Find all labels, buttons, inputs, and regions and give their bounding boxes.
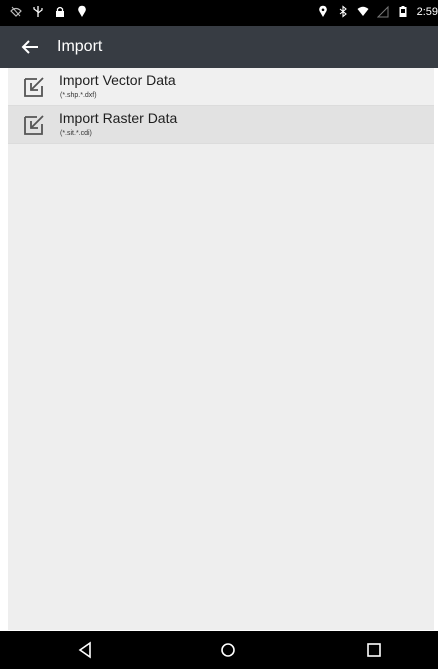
import-raster-data-item[interactable]: Import Raster Data (*.sit.*.cdi) xyxy=(8,106,434,144)
lock-icon xyxy=(54,5,66,18)
wifi-icon xyxy=(357,5,369,18)
import-list: Import Vector Data (*.shp.*.dxf) Import … xyxy=(8,68,434,630)
status-time: 2:59 xyxy=(416,5,438,18)
status-left-icons xyxy=(10,5,88,18)
navigation-bar xyxy=(0,631,438,669)
nav-home-button[interactable] xyxy=(218,641,238,659)
arrow-back-icon xyxy=(21,40,38,54)
bluetooth-icon xyxy=(337,5,349,18)
import-vector-data-subtitle: (*.shp.*.dxf) xyxy=(60,92,97,99)
status-bar: 2:59 xyxy=(0,0,438,26)
signal-icon xyxy=(376,5,389,18)
import-vector-data-title: Import Vector Data xyxy=(59,72,176,88)
import-raster-data-subtitle: (*.sit.*.cdi) xyxy=(60,130,92,137)
wifi-off-icon xyxy=(10,5,22,18)
battery-icon xyxy=(397,5,409,18)
recents-square-icon xyxy=(367,643,381,657)
import-raster-data-title: Import Raster Data xyxy=(59,110,178,126)
import-icon xyxy=(22,113,46,137)
location-pin-icon xyxy=(76,5,88,18)
back-triangle-icon xyxy=(78,641,91,659)
home-circle-icon xyxy=(221,643,235,657)
nav-recents-button[interactable] xyxy=(364,641,384,659)
location-icon xyxy=(317,5,329,18)
usb-icon xyxy=(32,5,44,18)
import-vector-data-item[interactable]: Import Vector Data (*.shp.*.dxf) xyxy=(8,68,434,106)
import-icon xyxy=(22,75,46,99)
page-title: Import xyxy=(57,38,103,55)
nav-back-button[interactable] xyxy=(76,641,96,659)
app-bar: Import xyxy=(0,26,438,68)
back-button[interactable] xyxy=(20,37,42,57)
status-right-icons: 2:59 xyxy=(317,5,438,18)
